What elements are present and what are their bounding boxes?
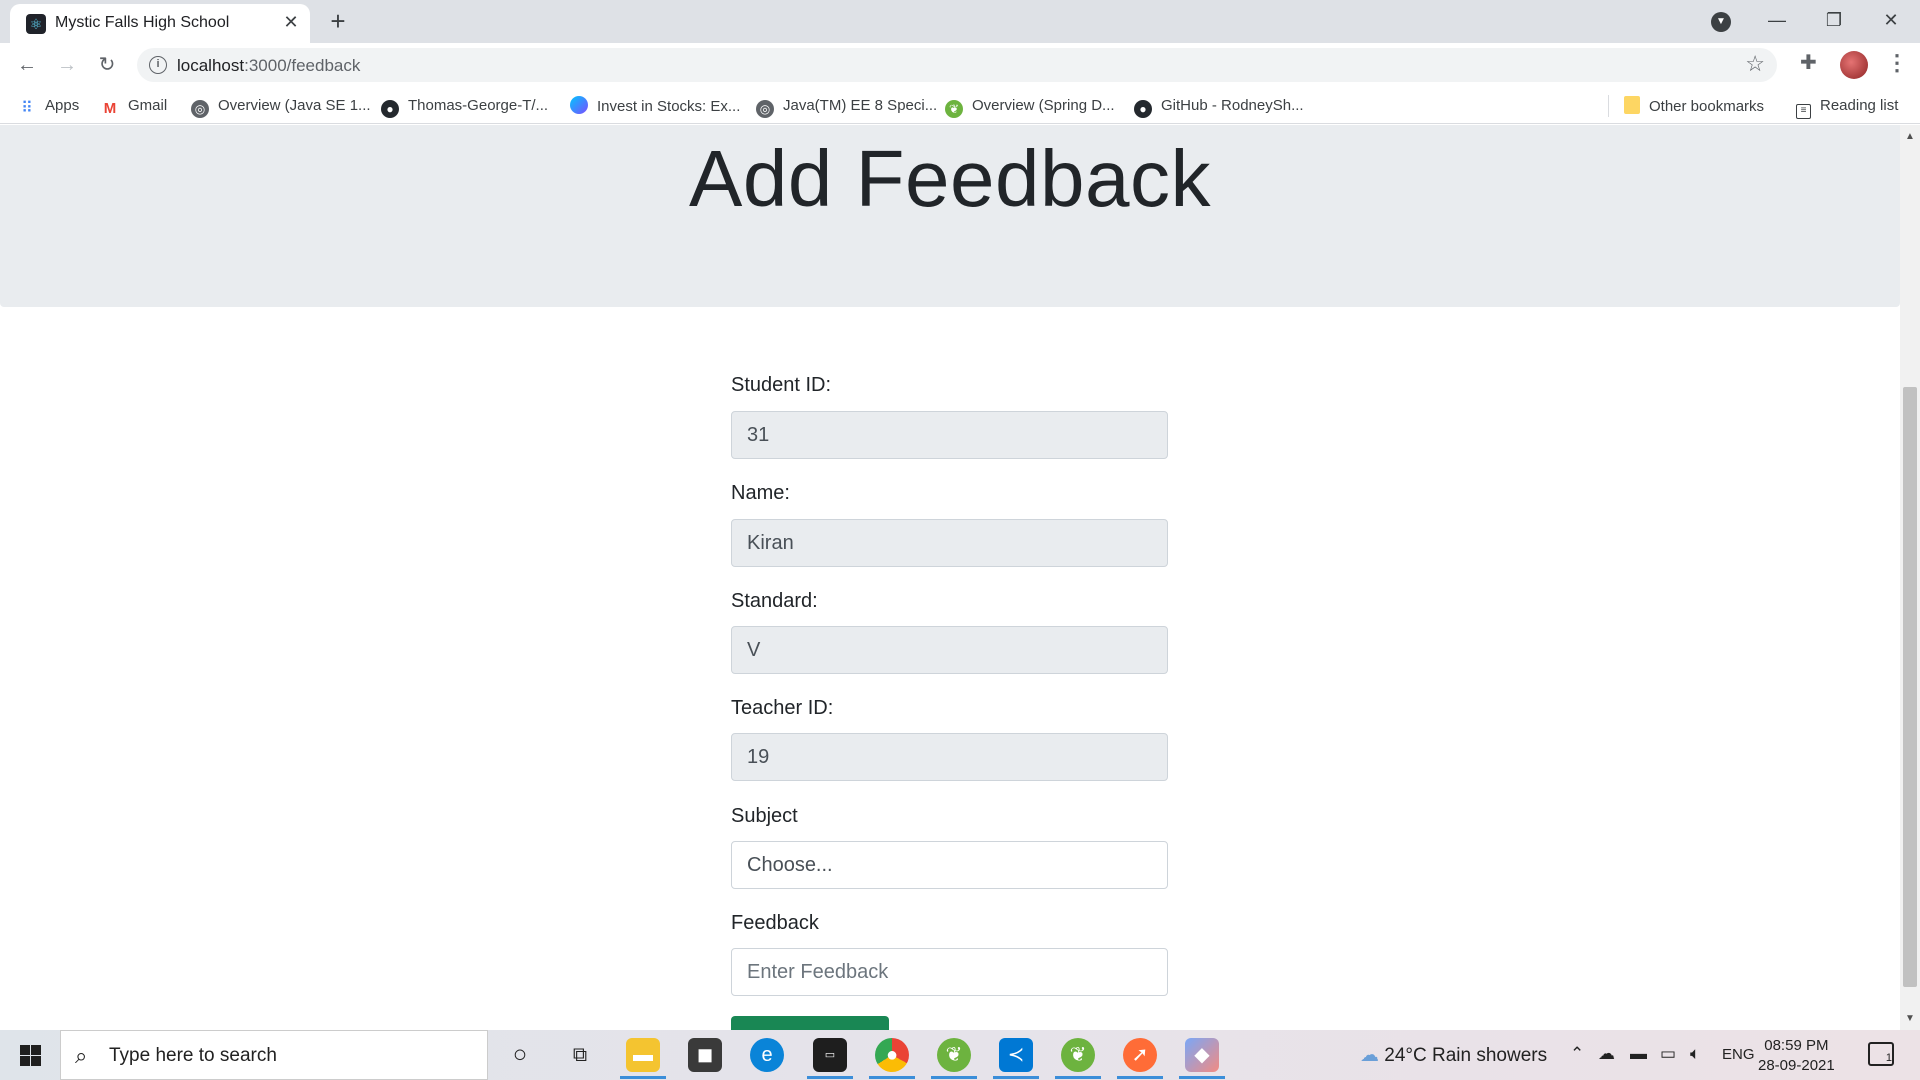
windows-taskbar: ⌕ Type here to search ○ ⧉ ▬ ◼ e ▭ ● ❦ ≺ … [0, 1030, 1920, 1080]
standard-label: Standard: [731, 590, 818, 612]
taskbar-search-placeholder: Type here to search [109, 1045, 277, 1066]
scrollbar-thumb[interactable] [1903, 387, 1917, 987]
teacher-id-label: Teacher ID: [731, 697, 834, 719]
back-button[interactable]: ← [13, 51, 41, 79]
gmail-icon: M [103, 100, 117, 117]
restore-button[interactable]: ❐ [1811, 6, 1857, 34]
bookmark-invest-stocks[interactable]: Invest in Stocks: Ex... [570, 96, 740, 116]
task-view-icon[interactable]: ⧉ [563, 1038, 597, 1072]
standard-field[interactable]: V [731, 626, 1168, 674]
bookmark-java-se[interactable]: ◎ Overview (Java SE 1... [191, 96, 371, 118]
cortana-icon[interactable]: ○ [503, 1038, 537, 1072]
submit-button[interactable] [731, 1016, 889, 1030]
search-icon: ⌕ [75, 1043, 88, 1068]
github-icon: ● [381, 100, 399, 118]
clock[interactable]: 08:59 PM 28-09-2021 [1758, 1036, 1835, 1076]
reading-list[interactable]: ≡ Reading list [1796, 96, 1898, 119]
vscode-icon[interactable]: ≺ [999, 1038, 1033, 1072]
close-window-button[interactable]: ✕ [1868, 6, 1914, 34]
profile-avatar[interactable] [1840, 51, 1868, 79]
start-button[interactable] [0, 1030, 60, 1080]
reading-list-icon: ≡ [1796, 104, 1811, 119]
page-viewport: Add Feedback Student ID: 31 Name: Kiran … [0, 125, 1900, 1030]
taskbar-search-box[interactable]: ⌕ Type here to search [60, 1030, 488, 1080]
name-field[interactable]: Kiran [731, 519, 1168, 567]
page-scrollbar[interactable]: ▲ ▼ [1900, 125, 1920, 1030]
battery-icon[interactable]: ▬ [1630, 1044, 1647, 1064]
name-label: Name: [731, 482, 790, 504]
bookmark-spring[interactable]: ❦ Overview (Spring D... [945, 96, 1115, 118]
mysql-terminal-icon[interactable]: ▭ [813, 1038, 847, 1072]
bookmark-apps[interactable]: ⠿ Apps [18, 96, 79, 117]
forward-button[interactable]: → [53, 51, 81, 79]
teacher-id-field[interactable]: 19 [731, 733, 1168, 781]
edge-icon[interactable]: e [750, 1038, 784, 1072]
network-icon[interactable]: ▭ [1660, 1044, 1676, 1064]
tab-close-icon[interactable]: ✕ [280, 11, 302, 33]
apps-grid-icon: ⠿ [21, 100, 33, 117]
spring-icon: ❦ [945, 100, 963, 118]
subject-label: Subject [731, 805, 798, 827]
browser-menu-icon[interactable]: ⋮ [1886, 50, 1908, 76]
bookmark-gmail[interactable]: M Gmail [101, 96, 167, 117]
file-explorer-icon[interactable]: ▬ [626, 1038, 660, 1072]
minimize-button[interactable]: — [1754, 6, 1800, 34]
postman-icon[interactable]: ➚ [1123, 1038, 1157, 1072]
tab-search-icon[interactable]: ▼ [1711, 12, 1731, 32]
spring-tools-icon[interactable]: ❦ [937, 1038, 971, 1072]
notification-count: 1 [1885, 1052, 1892, 1064]
microsoft-store-icon[interactable]: ◼ [688, 1038, 722, 1072]
bookmark-separator [1608, 95, 1609, 117]
github-icon: ● [1134, 100, 1152, 118]
url-text[interactable]: localhost:3000/feedback [177, 56, 360, 76]
new-tab-button[interactable]: + [324, 7, 352, 35]
bookmark-github-rodney[interactable]: ● GitHub - RodneySh... [1134, 96, 1304, 118]
subject-select[interactable]: Choose... [731, 841, 1168, 889]
notification-center-icon[interactable]: 1 [1868, 1042, 1894, 1066]
bookmark-java-ee[interactable]: ◎ Java(TM) EE 8 Speci... [756, 96, 937, 118]
bookmarks-bar: ⠿ Apps M Gmail ◎ Overview (Java SE 1... ● Th… [0, 87, 1920, 124]
jumbotron-header: Add Feedback [0, 125, 1900, 307]
language-indicator[interactable]: ENG [1722, 1046, 1755, 1063]
bookmark-thomas-george[interactable]: ● Thomas-George-T/... [381, 96, 548, 118]
spring-tools-icon-2[interactable]: ❦ [1061, 1038, 1095, 1072]
react-favicon-icon: ⚛ [26, 14, 46, 34]
feedback-label: Feedback [731, 912, 819, 934]
windows-logo-icon [20, 1045, 30, 1055]
browser-toolbar: ← → ↻ i localhost:3000/feedback ☆ [0, 43, 1920, 87]
clock-date: 28-09-2021 [1758, 1057, 1835, 1074]
tab-strip: ⚛ Mystic Falls High School ✕ + ▼ — ❐ ✕ [0, 0, 1920, 43]
tab-title: Mystic Falls High School [55, 14, 230, 31]
globe-icon: ◎ [756, 100, 774, 118]
chrome-icon[interactable]: ● [875, 1038, 909, 1072]
weather-cloud-icon: ☁ [1360, 1045, 1379, 1066]
extensions-puzzle-icon[interactable]: ✚ [1800, 50, 1817, 75]
reload-button[interactable]: ↻ [93, 51, 121, 79]
weather-widget[interactable]: ☁ 24°C Rain showers [1360, 1044, 1547, 1067]
clock-time: 08:59 PM [1764, 1037, 1829, 1054]
bookmark-star-icon[interactable]: ☆ [1745, 51, 1765, 77]
page-title: Add Feedback [689, 134, 1211, 223]
student-id-label: Student ID: [731, 374, 832, 396]
scroll-up-arrow-icon[interactable]: ▲ [1905, 131, 1915, 142]
other-bookmarks[interactable]: Other bookmarks [1624, 96, 1764, 116]
folder-icon [1624, 96, 1640, 114]
volume-icon[interactable]: 🔈︎ [1690, 1044, 1700, 1064]
address-bar[interactable]: i localhost:3000/feedback ☆ [137, 48, 1777, 82]
student-id-field[interactable]: 31 [731, 411, 1168, 459]
show-hidden-icons-icon[interactable]: ⌃ [1570, 1044, 1584, 1064]
globe-icon: ◎ [191, 100, 209, 118]
app-icon[interactable]: ◆ [1185, 1038, 1219, 1072]
site-info-icon[interactable]: i [149, 56, 167, 74]
onedrive-icon[interactable]: ☁ [1598, 1044, 1615, 1064]
feedback-input[interactable]: Enter Feedback [731, 948, 1168, 996]
invest-icon [570, 96, 588, 114]
scroll-down-arrow-icon[interactable]: ▼ [1905, 1013, 1915, 1024]
active-tab[interactable]: ⚛ Mystic Falls High School ✕ [10, 4, 310, 43]
